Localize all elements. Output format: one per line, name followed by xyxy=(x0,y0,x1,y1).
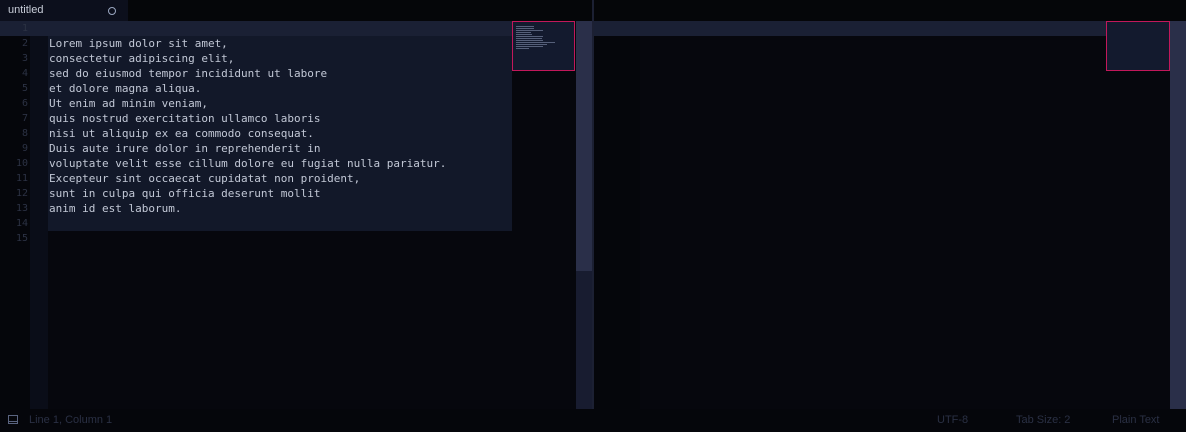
minimap-line xyxy=(516,46,543,47)
syntax-indicator[interactable]: Plain Text xyxy=(1112,414,1160,426)
code-line[interactable]: et dolore magna aliqua. xyxy=(49,81,446,96)
code-line[interactable]: quis nostrud exercitation ullamco labori… xyxy=(49,111,446,126)
panel-toggle-icon[interactable] xyxy=(8,415,18,424)
code-text[interactable]: Lorem ipsum dolor sit amet, consectetur a… xyxy=(49,36,446,216)
minimap-line xyxy=(516,34,532,35)
current-line-highlight xyxy=(0,21,512,36)
line-number: 15 xyxy=(15,233,28,244)
tab-title: untitled xyxy=(8,4,44,16)
fold-gutter xyxy=(30,21,48,409)
code-line[interactable]: nisi ut aliquip ex ea commodo consequat. xyxy=(49,126,446,141)
current-line-highlight-right xyxy=(594,21,1106,36)
line-number: 8 xyxy=(21,128,28,139)
minimap-line xyxy=(516,40,543,41)
minimap-viewport-left[interactable] xyxy=(512,21,575,71)
cursor-position[interactable]: Line 1, Column 1 xyxy=(29,414,112,426)
minimap-line xyxy=(516,36,543,37)
line-number: 1 xyxy=(21,23,28,34)
minimap-line xyxy=(516,48,529,49)
line-number: 4 xyxy=(21,68,28,79)
line-number: 9 xyxy=(21,143,28,154)
minimap-line xyxy=(516,26,534,27)
minimap-viewport-right[interactable] xyxy=(1106,21,1170,71)
line-number: 7 xyxy=(21,113,28,124)
minimap-line xyxy=(516,44,547,45)
code-line[interactable]: Duis aute irure dolor in reprehenderit i… xyxy=(49,141,446,156)
minimap-line xyxy=(516,38,542,39)
line-number: 6 xyxy=(21,98,28,109)
line-number: 13 xyxy=(15,203,28,214)
scrollbar-thumb-left[interactable] xyxy=(576,21,592,271)
unsaved-indicator-icon[interactable] xyxy=(108,7,116,15)
line-number: 10 xyxy=(15,158,28,169)
tab-size-indicator[interactable]: Tab Size: 2 xyxy=(1016,414,1070,426)
encoding-indicator[interactable]: UTF-8 xyxy=(937,414,968,426)
tab-untitled[interactable]: untitled xyxy=(0,0,128,21)
minimap-line xyxy=(516,28,534,29)
line-number: 2 xyxy=(21,38,28,49)
code-line[interactable]: anim id est laborum. xyxy=(49,201,446,216)
line-number: 5 xyxy=(21,83,28,94)
code-line[interactable]: Lorem ipsum dolor sit amet, xyxy=(49,36,446,51)
editor-pane-left[interactable]: 1 2 3 4 5 6 7 8 9 10 11 12 13 14 15 Lorem ipsum dolor … xyxy=(0,21,592,409)
line-number: 14 xyxy=(15,218,28,229)
code-line[interactable]: Excepteur sint occaecat cupidatat non pr… xyxy=(49,171,446,186)
vertical-scrollbar-right[interactable] xyxy=(1170,21,1186,409)
line-number: 11 xyxy=(15,173,28,184)
line-number-gutter-right xyxy=(594,21,640,409)
line-numbers: 1 2 3 4 5 6 7 8 9 10 11 12 13 14 15 xyxy=(0,21,28,246)
code-line[interactable]: Ut enim ad minim veniam, xyxy=(49,96,446,111)
line-number: 12 xyxy=(15,188,28,199)
minimap-line xyxy=(516,32,531,33)
code-line[interactable]: voluptate velit esse cillum dolore eu fu… xyxy=(49,156,446,171)
minimap-line xyxy=(516,42,555,43)
status-bar: Line 1, Column 1 UTF-8 Tab Size: 2 Plain… xyxy=(0,409,1186,432)
minimap-line xyxy=(516,30,543,31)
editor-window: untitled 1 2 3 4 5 6 7 8 9 10 11 12 13 14 15 Lorem ips… xyxy=(0,0,1186,432)
vertical-scrollbar-left[interactable] xyxy=(576,21,592,409)
code-line[interactable]: consectetur adipiscing elit, xyxy=(49,51,446,66)
editor-pane-right[interactable] xyxy=(594,21,1186,409)
code-line[interactable]: sunt in culpa qui officia deserunt molli… xyxy=(49,186,446,201)
line-number: 3 xyxy=(21,53,28,64)
code-line[interactable]: sed do eiusmod tempor incididunt ut labo… xyxy=(49,66,446,81)
